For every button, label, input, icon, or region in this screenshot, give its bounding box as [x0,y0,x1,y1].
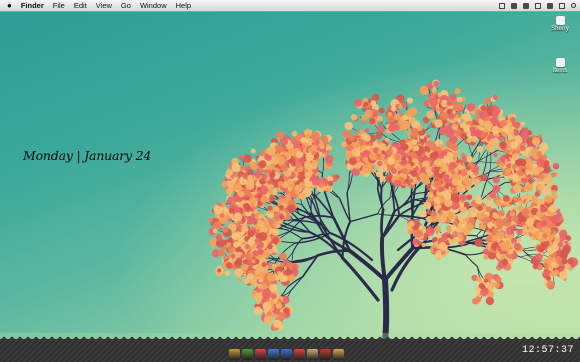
dock [229,344,344,360]
desktop-icon-items[interactable]: Items [545,58,575,74]
date-widget: Monday | January 24 [23,148,152,163]
desktop-icon-label: Items [552,68,568,74]
stack-icon [555,58,565,67]
mail-icon[interactable] [281,349,292,360]
app-store-icon[interactable] [268,349,279,360]
menu-view[interactable]: View [96,0,112,11]
sync-icon[interactable] [499,2,505,9]
photos-icon[interactable] [255,349,266,360]
search-icon[interactable] [571,3,576,8]
home-folder-icon [555,16,565,25]
menu-file[interactable]: File [53,0,65,11]
apple-icon[interactable]: ● [7,0,12,11]
desktop-icon-sherry[interactable]: Sherry [545,16,575,32]
folder-icon[interactable] [307,349,318,360]
menu-finder[interactable]: Finder [21,0,44,11]
user-icon[interactable] [559,2,565,9]
menu-go[interactable]: Go [121,0,131,11]
news-icon[interactable] [294,349,305,360]
app-icon[interactable] [511,2,517,9]
menu-clock: 12:57:37 [521,345,574,356]
calendar-icon[interactable] [320,349,331,360]
trash-icon[interactable] [333,349,344,360]
menu-help[interactable]: Help [176,0,191,11]
volume-icon[interactable] [523,2,529,9]
battery-icon[interactable] [535,2,541,9]
maps-icon[interactable] [242,349,253,360]
menu-window[interactable]: Window [140,0,167,11]
bar-zigzag-edge [0,336,580,340]
menu-edit[interactable]: Edit [74,0,87,11]
wifi-icon[interactable] [547,2,553,9]
finder-icon[interactable] [229,349,240,360]
tree-wallpaper [0,79,580,345]
desktop[interactable]: ● Finder File Edit View Go Window Help S… [0,0,580,362]
menu-bar: ● Finder File Edit View Go Window Help [0,0,580,12]
desktop-icon-label: Sherry [551,26,569,32]
menu-extras [499,0,576,11]
